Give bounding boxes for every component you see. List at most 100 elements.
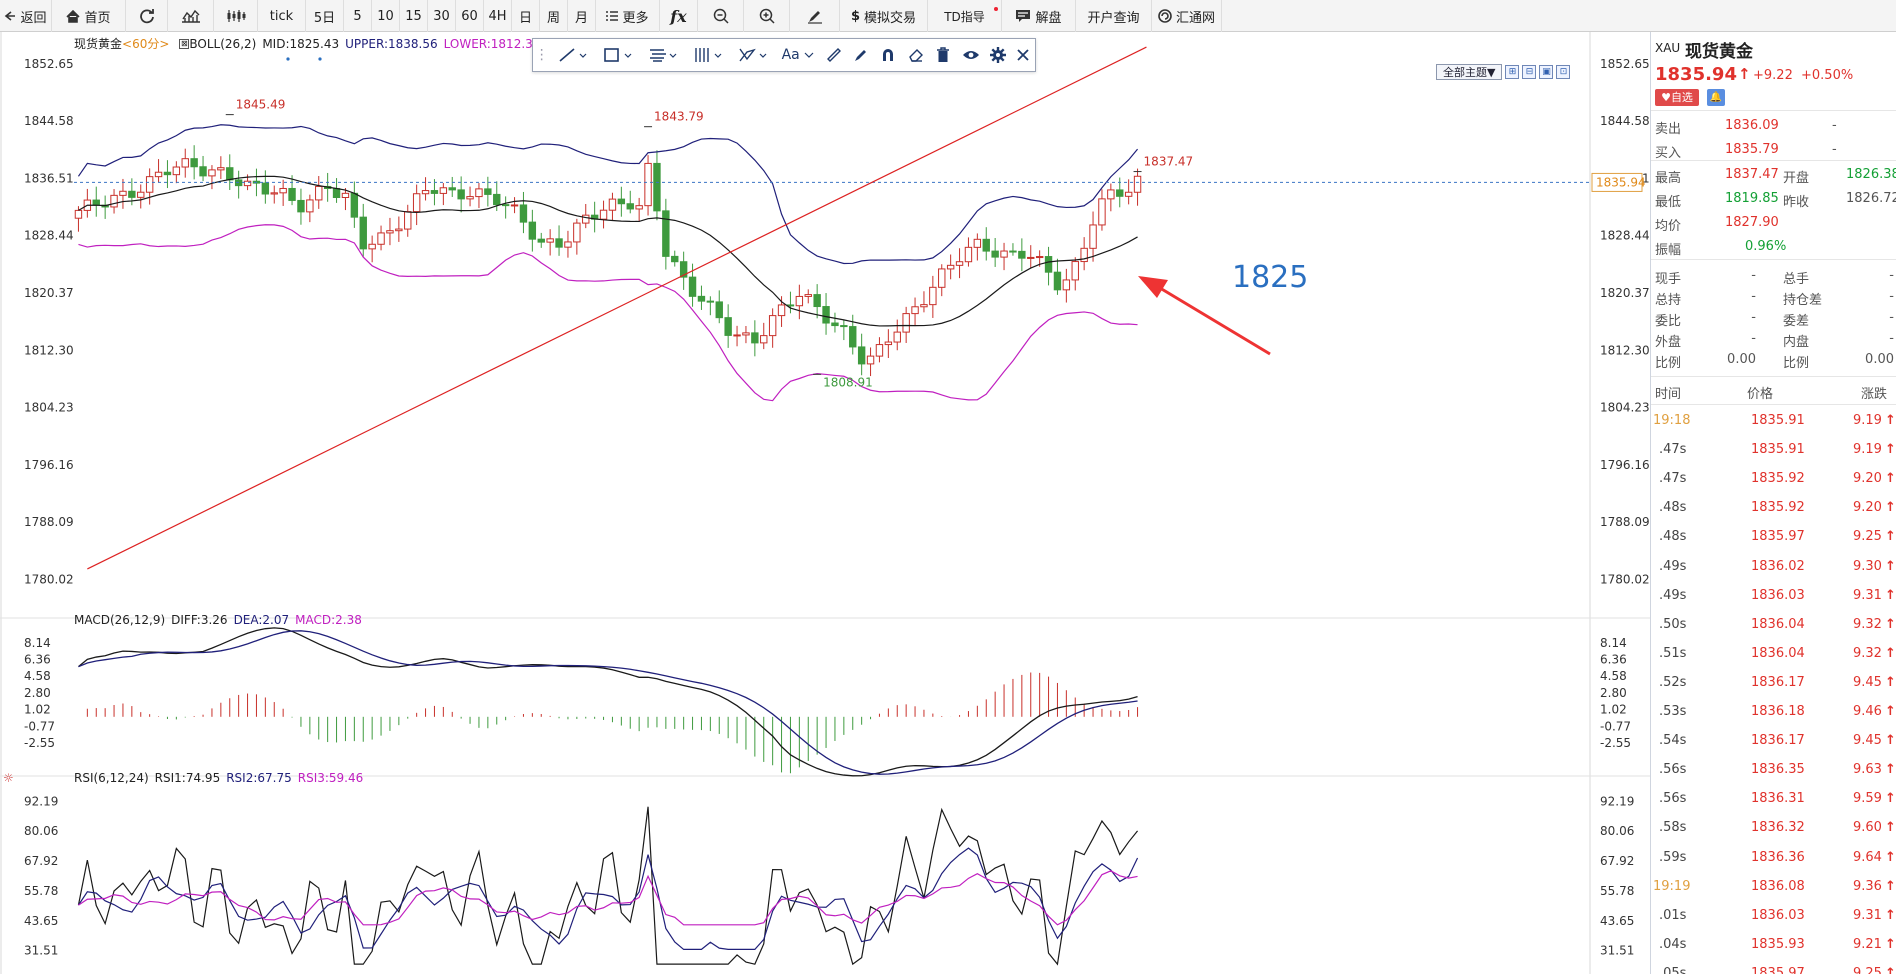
candle-body [1035,256,1044,259]
up-arrow-icon: ↑ [1885,762,1896,778]
line-tool-button[interactable] [551,38,596,72]
tick-row[interactable]: .56s 1836.31 9.59 ↑ [1651,785,1896,814]
candle-body [350,192,359,218]
chart-canvas[interactable]: 1852.651852.651844.581844.581836.511836.… [0,32,1650,974]
fib-tool-button[interactable] [640,38,685,72]
tick-change: 9.59 [1853,791,1882,807]
five-day-button[interactable]: 5日 [306,0,344,32]
pattern-tool-button[interactable] [730,38,775,72]
tick-row[interactable]: .01s 1836.03 9.31 ↑ [1651,902,1896,931]
layout-4-icon[interactable]: ⊡ [1556,65,1571,79]
drag-handle-icon[interactable]: ⋮ [533,38,551,72]
layout-1-icon[interactable]: ⊞ [1505,65,1520,79]
candle-body [315,185,323,201]
candle-body [137,191,145,198]
tick-row[interactable]: .58s 1836.32 9.60 ↑ [1651,814,1896,843]
candle-body [724,317,732,336]
settings-tool-button[interactable] [984,38,1011,72]
trading-app: 返回 首页 tick 5日 5 10 15 30 60 4H 日 周 月 更多 … [0,0,1896,974]
tick-row[interactable]: .49s 1836.02 9.30 ↑ [1651,553,1896,582]
candle-body [1133,175,1142,193]
tick-row[interactable]: .05s 1835.97 9.25 ↑ [1651,960,1896,974]
layout-2-icon[interactable]: ⊟ [1522,65,1537,79]
td-guide-button[interactable]: TD指导 [928,0,1002,32]
theme-select[interactable]: 全部主题▼ [1436,64,1503,80]
comment-icon [1016,10,1031,22]
tick-button[interactable]: tick [258,0,306,32]
candle-body [884,341,893,346]
tick-change: 9.63 [1853,762,1882,778]
candle-body [412,193,421,213]
candle-chart-button[interactable] [214,0,258,32]
tick-row[interactable]: .48s 1835.92 9.20 ↑ [1651,494,1896,523]
channel-tool-button[interactable] [685,38,730,72]
text-tool-button[interactable]: Aa [775,38,820,72]
period-month-button[interactable]: 月 [568,0,596,32]
period-60-button[interactable]: 60 [456,0,484,32]
tick-row[interactable]: .50s 1836.04 9.32 ↑ [1651,611,1896,640]
legend-macd: MACD(26,12,9) [74,613,166,627]
tick-change: 9.20 [1853,471,1882,487]
refresh-button[interactable] [126,0,168,32]
brush-tool-button[interactable] [847,38,874,72]
period-4h-button[interactable]: 4H [484,0,512,32]
eraser-tool-button[interactable] [902,38,929,72]
visibility-tool-button[interactable] [957,38,984,72]
tick-row[interactable]: .56s 1836.35 9.63 ↑ [1651,756,1896,785]
delete-tool-button[interactable] [929,38,956,72]
account-label: 开户查询 [1087,10,1140,26]
period-day-button[interactable]: 日 [512,0,540,32]
divider [1651,110,1896,111]
formula-button[interactable]: fx [660,0,698,32]
period-label: 5 [353,8,362,24]
analysis-button[interactable]: 解盘 [1002,0,1076,32]
home-button[interactable]: 首页 [52,0,126,32]
alert-bell-icon[interactable]: 🔔 [1707,89,1725,106]
tick-row[interactable]: 19:18 1835.91 9.19 ↑ [1651,407,1896,436]
tick-row[interactable]: .59s 1836.36 9.64 ↑ [1651,844,1896,873]
tick-row[interactable]: .47s 1835.92 9.20 ↑ [1651,465,1896,494]
simulated-trading-button[interactable]: $ 模拟交易 [840,0,928,32]
zoom-out-button[interactable] [698,0,744,32]
tick-row[interactable]: .54s 1836.17 9.45 ↑ [1651,727,1896,756]
candle-body [243,180,252,187]
period-15-button[interactable]: 15 [400,0,428,32]
tick-row[interactable]: .04s 1835.93 9.21 ↑ [1651,931,1896,960]
draw-tool-button[interactable] [790,0,840,32]
zoom-out-icon [713,8,729,24]
layout-3-icon[interactable]: ▣ [1539,65,1554,79]
tick-row[interactable]: .53s 1836.18 9.46 ↑ [1651,698,1896,727]
candle-body [510,204,519,207]
period-week-button[interactable]: 周 [540,0,568,32]
tick-row[interactable]: .47s 1835.91 9.19 ↑ [1651,436,1896,465]
price-tick-right: 1828.44 [1600,229,1650,243]
rsi-tick-left: 67.92 [24,854,58,868]
tick-row[interactable]: .49s 1836.03 9.31 ↑ [1651,582,1896,611]
stat-label: 委比 [1655,314,1682,329]
stat-label: 内盘 [1783,335,1810,350]
magnet-tool-button[interactable] [875,38,902,72]
period-30-button[interactable]: 30 [428,0,456,32]
ruler-tool-button[interactable] [820,38,847,72]
zoom-in-button[interactable] [744,0,790,32]
period-5-button[interactable]: 5 [344,0,372,32]
more-button[interactable]: 更多 [596,0,660,32]
heart-icon: ♥ [1661,91,1671,104]
tick-row[interactable]: .51s 1836.04 9.32 ↑ [1651,640,1896,669]
chart-area[interactable]: 1852.651852.651844.581844.581836.511836.… [0,32,1650,974]
trend-line [87,46,1147,570]
tick-row[interactable]: .48s 1835.97 9.25 ↑ [1651,523,1896,552]
timeshare-chart-button[interactable] [168,0,214,32]
tick-row[interactable]: .52s 1836.17 9.45 ↑ [1651,669,1896,698]
back-button[interactable]: 返回 [0,0,52,32]
favorite-button[interactable]: ♥自选 [1655,89,1699,106]
tick-row[interactable]: 19:19 1836.08 9.36 ↑ [1651,873,1896,902]
settings-sun-icon[interactable]: ☼ [3,771,14,785]
account-query-button[interactable]: 开户查询 [1076,0,1152,32]
period-10-button[interactable]: 10 [372,0,400,32]
brand-button[interactable]: 汇通网 [1152,0,1222,32]
rect-tool-button[interactable] [596,38,641,72]
close-toolbar-button[interactable] [1012,38,1035,72]
rsi2-line [77,847,1139,951]
candle-body [172,166,181,176]
